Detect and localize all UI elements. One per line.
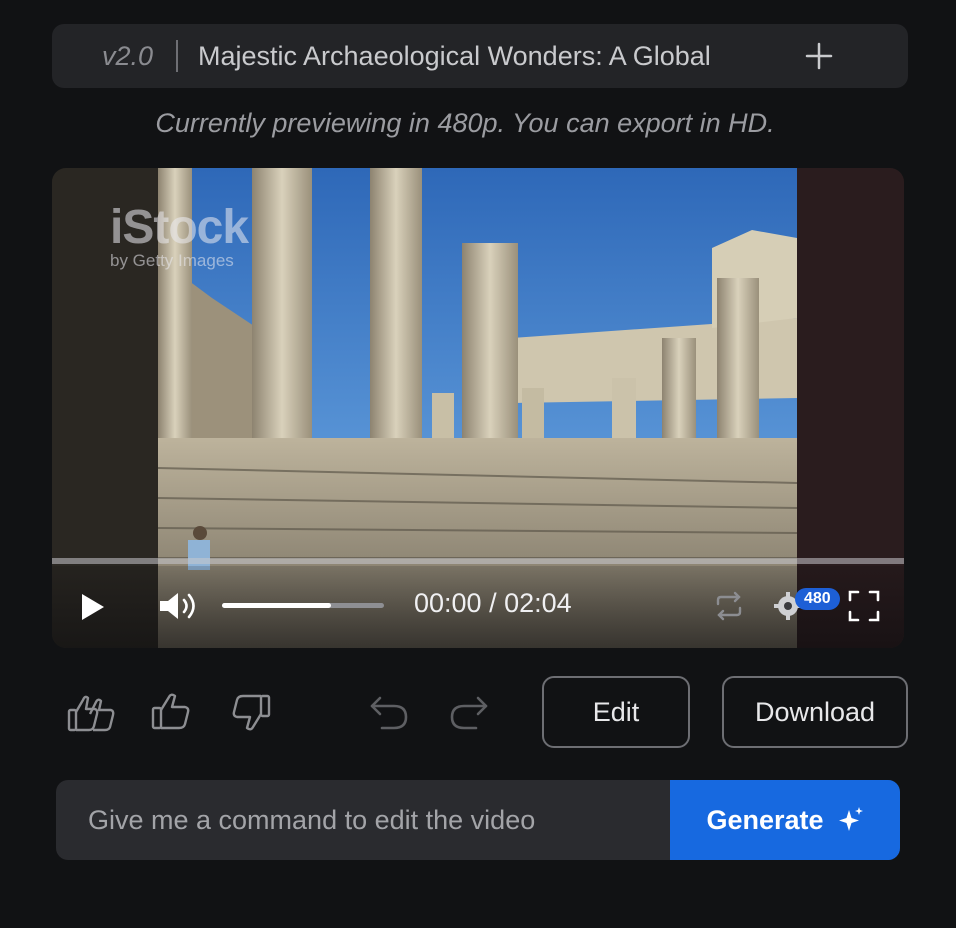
volume-button[interactable] [158, 590, 200, 627]
sparkle-icon [838, 807, 863, 831]
redo-icon [450, 696, 488, 730]
fullscreen-button[interactable] [848, 590, 880, 627]
double-thumbs-up-icon [67, 695, 115, 732]
plus-icon [805, 42, 833, 70]
download-button[interactable]: Download [722, 676, 908, 748]
fullscreen-icon [848, 590, 880, 622]
love-button[interactable] [66, 690, 118, 739]
dislike-button[interactable] [230, 692, 272, 737]
volume-icon [160, 593, 195, 619]
title-bar: v2.0 Majestic Archaeological Wonders: A … [52, 24, 908, 88]
loop-button[interactable] [712, 590, 746, 627]
like-button[interactable] [150, 692, 192, 737]
watermark-brand: iStock [110, 201, 249, 254]
video-title[interactable]: Majestic Archaeological Wonders: A Globa… [198, 24, 766, 88]
generate-button[interactable]: Generate [670, 780, 900, 860]
time-display: 00:00 / 02:04 [414, 588, 572, 618]
volume-level [222, 603, 331, 608]
thumbs-up-icon [151, 693, 190, 730]
command-bar: Generate [56, 780, 900, 860]
thumbs-down-icon [232, 694, 271, 731]
video-player[interactable]: iStock by Getty Images 00:00 / 02:04 480 [52, 168, 904, 648]
title-divider [176, 40, 178, 72]
undo-button[interactable] [368, 694, 410, 737]
redo-button[interactable] [448, 694, 490, 737]
add-button[interactable] [798, 36, 840, 76]
generate-label: Generate [706, 804, 824, 835]
video-controls: 00:00 / 02:04 480 [52, 566, 904, 648]
istock-watermark: iStock by Getty Images [110, 200, 249, 271]
command-input[interactable] [56, 780, 670, 860]
preview-notice: Currently previewing in 480p. You can ex… [155, 108, 775, 138]
volume-slider[interactable] [222, 603, 384, 608]
loop-icon [716, 591, 742, 621]
quality-badge: 480 [795, 588, 840, 610]
version-label[interactable]: v2.0 [102, 24, 153, 88]
play-button[interactable] [80, 592, 106, 627]
play-icon [82, 594, 104, 620]
edit-button[interactable]: Edit [542, 676, 690, 748]
undo-icon [370, 696, 408, 730]
playback-progress-bar[interactable] [52, 558, 904, 564]
watermark-byline: by Getty Images [110, 251, 234, 270]
